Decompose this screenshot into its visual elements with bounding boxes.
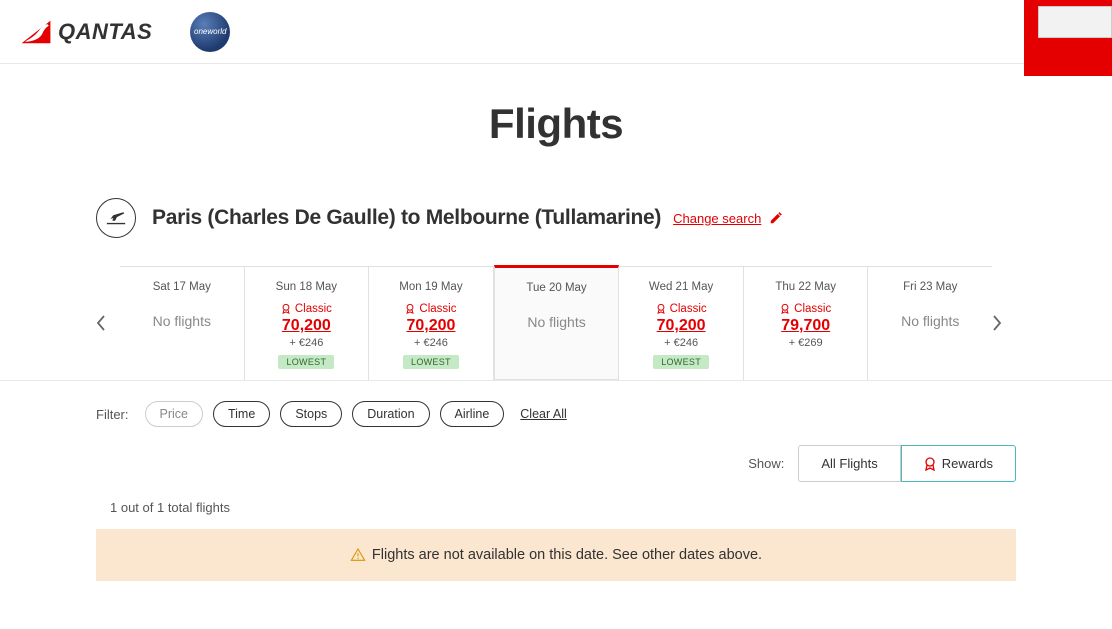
show-row: Show: All Flights Rewards — [96, 445, 1016, 482]
classic-label: Classic — [748, 303, 864, 315]
ribbon-icon — [924, 457, 936, 471]
date-tab[interactable]: Mon 19 May Classic 70,200 + €246 LOWEST — [369, 267, 494, 380]
qantas-kangaroo-icon — [20, 16, 52, 48]
lowest-badge: LOWEST — [278, 355, 334, 369]
content: Paris (Charles De Gaulle) to Melbourne (… — [96, 198, 1016, 380]
qantas-wordmark: QANTAS — [58, 19, 152, 45]
login-widget[interactable] — [1024, 0, 1112, 64]
no-flights-text: No flights — [124, 313, 240, 329]
surcharge-value: + €246 — [249, 337, 365, 349]
oneworld-logo[interactable]: oneworld — [190, 12, 230, 52]
lowest-badge: LOWEST — [653, 355, 709, 369]
ribbon-icon — [656, 303, 666, 315]
warning-text: Flights are not available on this date. … — [372, 547, 762, 563]
next-dates-button[interactable] — [992, 315, 1016, 331]
login-input[interactable] — [1038, 6, 1112, 38]
show-label: Show: — [748, 456, 784, 471]
warning-icon — [350, 547, 366, 563]
change-search-link[interactable]: Change search — [673, 211, 783, 226]
logo-group: QANTAS oneworld — [20, 12, 230, 52]
date-tab-date: Sun 18 May — [249, 281, 365, 293]
filter-pill-stops[interactable]: Stops — [280, 401, 342, 427]
points-value: 70,200 — [249, 317, 365, 335]
points-value: 79,700 — [748, 317, 864, 335]
surcharge-value: + €246 — [623, 337, 739, 349]
prev-dates-button[interactable] — [96, 315, 120, 331]
classic-label: Classic — [249, 303, 365, 315]
lowest-badge: LOWEST — [403, 355, 459, 369]
points-value: 70,200 — [373, 317, 489, 335]
date-tab[interactable]: Tue 20 May No flights — [494, 265, 620, 380]
pencil-icon — [769, 211, 783, 225]
classic-label: Classic — [623, 303, 739, 315]
ribbon-icon — [405, 303, 415, 315]
date-tab-date: Mon 19 May — [373, 281, 489, 293]
date-tab-date: Sat 17 May — [124, 281, 240, 293]
rewards-toggle[interactable]: Rewards — [901, 445, 1016, 482]
no-flights-text: No flights — [499, 314, 615, 330]
route-text: Paris (Charles De Gaulle) to Melbourne (… — [152, 206, 661, 230]
filter-pill-time[interactable]: Time — [213, 401, 270, 427]
date-tab[interactable]: Fri 23 May No flights — [868, 267, 992, 380]
date-tab[interactable]: Sat 17 May No flights — [120, 267, 245, 380]
oneworld-text: oneworld — [194, 27, 226, 36]
surcharge-value: + €246 — [373, 337, 489, 349]
date-carousel: Sat 17 May No flights Sun 18 May Classic 70,… — [96, 266, 1016, 380]
ribbon-icon — [281, 303, 291, 315]
header: QANTAS oneworld — [0, 0, 1112, 64]
chevron-right-icon — [992, 315, 1002, 331]
all-flights-label: All Flights — [821, 456, 877, 471]
route-row: Paris (Charles De Gaulle) to Melbourne (… — [96, 198, 1016, 238]
no-flights-warning: Flights are not available on this date. … — [96, 529, 1016, 581]
no-flights-text: No flights — [872, 313, 988, 329]
filter-bar: Filter: Price Time Stops Duration Airline Cl… — [96, 401, 1016, 427]
departure-icon — [96, 198, 136, 238]
date-tab-date: Tue 20 May — [499, 282, 615, 294]
filter-pill-airline[interactable]: Airline — [440, 401, 505, 427]
show-toggle: All Flights Rewards — [798, 445, 1016, 482]
classic-label: Classic — [373, 303, 489, 315]
all-flights-toggle[interactable]: All Flights — [798, 445, 900, 482]
filter-pill-duration[interactable]: Duration — [352, 401, 429, 427]
chevron-left-icon — [96, 315, 106, 331]
change-search-label: Change search — [673, 211, 761, 226]
date-tab[interactable]: Wed 21 May Classic 70,200 + €246 LOWEST — [619, 267, 744, 380]
date-tab-date: Fri 23 May — [872, 281, 988, 293]
date-strip: Sat 17 May No flights Sun 18 May Classic 70,… — [120, 266, 992, 380]
filter-label: Filter: — [96, 407, 129, 422]
date-tab[interactable]: Sun 18 May Classic 70,200 + €246 LOWEST — [245, 267, 370, 380]
ribbon-icon — [780, 303, 790, 315]
clear-all-filters[interactable]: Clear All — [520, 407, 567, 421]
qantas-logo[interactable]: QANTAS — [20, 16, 152, 48]
rewards-label: Rewards — [942, 456, 993, 471]
plane-takeoff-icon — [105, 207, 127, 229]
flight-count: 1 out of 1 total flights — [110, 500, 1016, 515]
date-tab-date: Wed 21 May — [623, 281, 739, 293]
date-tab[interactable]: Thu 22 May Classic 79,700 + €269 — [744, 267, 869, 380]
points-value: 70,200 — [623, 317, 739, 335]
date-tab-date: Thu 22 May — [748, 281, 864, 293]
page-title: Flights — [0, 100, 1112, 148]
surcharge-value: + €269 — [748, 337, 864, 349]
filter-pill-price[interactable]: Price — [145, 401, 203, 427]
